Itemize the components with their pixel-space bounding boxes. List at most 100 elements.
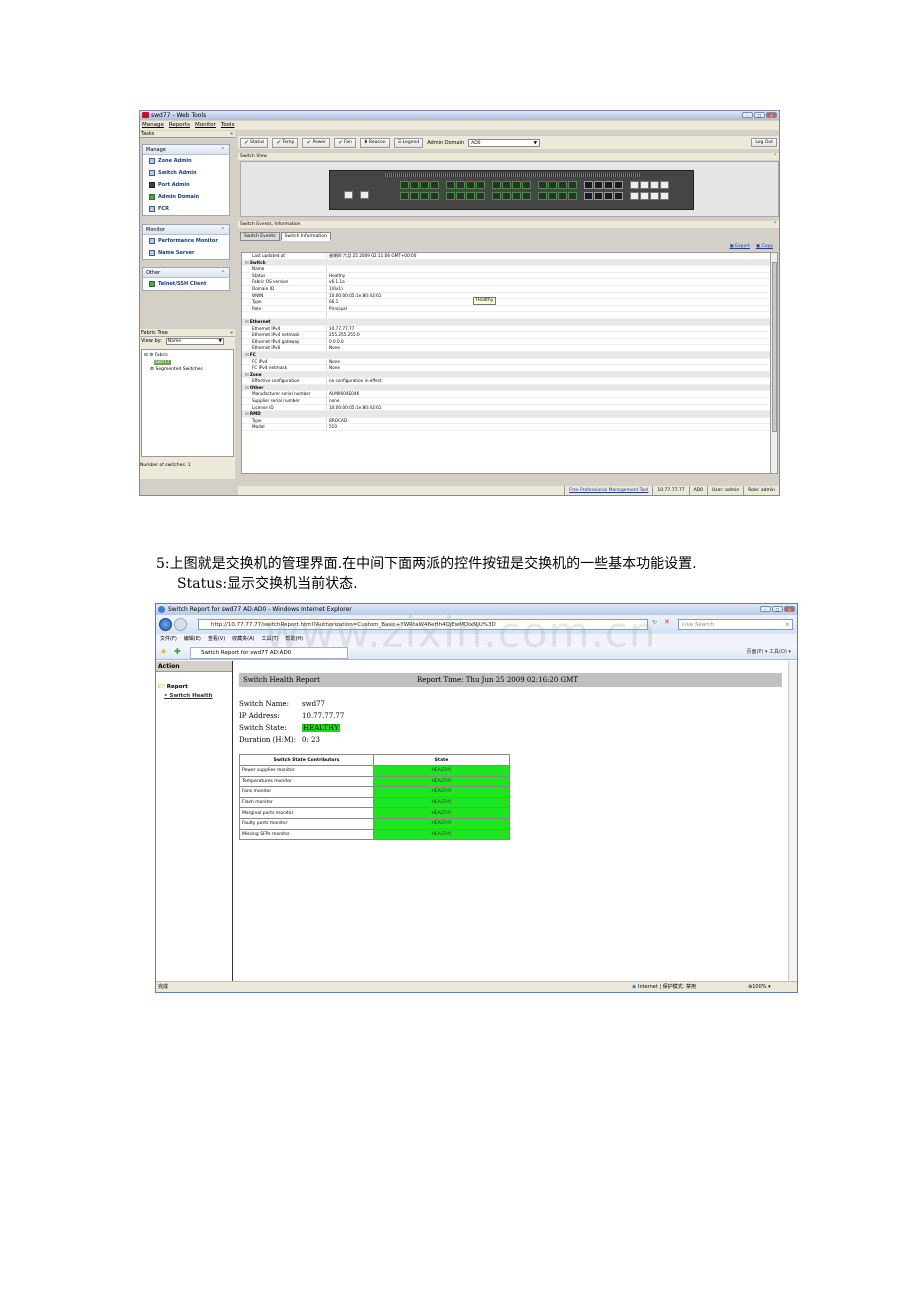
collapse-icon[interactable]: «	[230, 329, 233, 337]
group-row[interactable]: Switch	[242, 259, 770, 267]
menu-tools[interactable]: 工具(T)	[262, 634, 279, 645]
ie-tab[interactable]: Switch Report for swd77 AD:AD0	[190, 647, 348, 659]
group-row[interactable]: Ethernet	[242, 318, 770, 326]
switch-port[interactable]	[594, 181, 603, 189]
view-by-select[interactable]: Name ▼	[165, 338, 224, 345]
switch-port[interactable]	[614, 181, 623, 189]
switch-port[interactable]	[476, 192, 485, 200]
report-node[interactable]: 🗁 Report	[158, 683, 188, 692]
switch-port[interactable]	[630, 192, 639, 200]
switch-port[interactable]	[344, 191, 353, 199]
menu-favorites[interactable]: 收藏夹(A)	[232, 634, 254, 645]
collapse-icon[interactable]: «	[230, 131, 233, 138]
search-input[interactable]: Live Search ⌕	[678, 619, 793, 630]
switch-port[interactable]	[410, 181, 419, 189]
switch-port[interactable]	[558, 192, 567, 200]
switch-port[interactable]	[400, 192, 409, 200]
minimize-icon[interactable]: –	[742, 112, 753, 118]
switch-port[interactable]	[604, 192, 613, 200]
tree-node-fabric[interactable]: ⊟ ⚙ Fabric	[144, 352, 231, 359]
switch-port[interactable]	[430, 181, 439, 189]
group-row[interactable]: FC	[242, 351, 770, 359]
switch-port[interactable]	[466, 192, 475, 200]
minimize-icon[interactable]: –	[760, 606, 771, 612]
back-icon[interactable]	[159, 618, 172, 631]
collapse-icon[interactable]: ⌃	[221, 225, 225, 235]
tree-node-switch[interactable]: swd77	[144, 359, 231, 366]
maximize-icon[interactable]: □	[754, 112, 765, 118]
switch-port[interactable]	[548, 192, 557, 200]
switch-port[interactable]	[492, 181, 501, 189]
group-row[interactable]: Other	[242, 384, 770, 392]
menu-tools[interactable]: Tools	[221, 121, 235, 130]
switch-port[interactable]	[522, 181, 531, 189]
switch-port[interactable]	[538, 192, 547, 200]
beacon-button[interactable]: ♜ Beacon	[359, 137, 390, 148]
switch-port[interactable]	[466, 181, 475, 189]
switch-port[interactable]	[630, 181, 639, 189]
tab-switch-information[interactable]: Switch Information	[280, 232, 331, 241]
task-switch-admin[interactable]: Switch Admin	[143, 167, 229, 179]
power-button[interactable]: ✔ Power	[302, 137, 331, 148]
task-fcr[interactable]: FCR	[143, 203, 229, 215]
collapse-icon[interactable]: ⌃	[773, 221, 777, 228]
collapse-icon[interactable]: ⌃	[221, 268, 225, 278]
export-link[interactable]: ▣ Export	[729, 244, 749, 249]
add-favorite-icon[interactable]: ✚	[174, 647, 181, 656]
task-port-admin[interactable]: Port Admin	[143, 179, 229, 191]
switch-port[interactable]	[584, 181, 593, 189]
free-tool-link[interactable]: Free Professional Management Tool	[564, 486, 652, 495]
switch-port[interactable]	[502, 192, 511, 200]
forward-icon[interactable]	[174, 618, 187, 631]
menu-edit[interactable]: 编辑(E)	[184, 634, 201, 645]
switch-port[interactable]	[446, 192, 455, 200]
switch-port[interactable]	[640, 181, 649, 189]
switch-port[interactable]	[568, 192, 577, 200]
task-performance-monitor[interactable]: Performance Monitor	[143, 235, 229, 247]
switch-port[interactable]	[420, 181, 429, 189]
close-icon[interactable]: ×	[784, 606, 795, 612]
menu-reports[interactable]: Reports	[169, 121, 190, 130]
status-button[interactable]: ✔ Status	[240, 137, 269, 148]
switch-port[interactable]	[456, 181, 465, 189]
page-scrollbar[interactable]	[788, 661, 797, 981]
switch-port[interactable]	[538, 181, 547, 189]
favorites-star-icon[interactable]: ★	[160, 647, 167, 656]
grid-scrollbar[interactable]	[770, 252, 778, 474]
switch-port[interactable]	[400, 181, 409, 189]
tab-switch-events[interactable]: Switch Events	[240, 232, 280, 241]
switch-port[interactable]	[650, 192, 659, 200]
switch-port[interactable]	[420, 192, 429, 200]
url-input[interactable]: http://10.77.77.77/switchReport.html?Aut…	[198, 619, 648, 630]
fan-button[interactable]: ✔ Fan	[334, 137, 356, 148]
switch-port[interactable]	[650, 181, 659, 189]
switch-port[interactable]	[568, 181, 577, 189]
tree-node-segmented[interactable]: ⚙ Segmented Switches	[144, 366, 231, 373]
menu-help[interactable]: 帮助(H)	[285, 634, 303, 645]
menu-manage[interactable]: Manage	[142, 121, 164, 130]
switch-port[interactable]	[410, 192, 419, 200]
menu-file[interactable]: 文件(F)	[160, 634, 177, 645]
switch-port[interactable]	[584, 192, 593, 200]
switch-port[interactable]	[640, 192, 649, 200]
switch-port[interactable]	[512, 192, 521, 200]
switch-port[interactable]	[660, 192, 669, 200]
legend-button[interactable]: ☰ Legend	[393, 137, 424, 148]
admin-domain-select[interactable]: AD0 ▼	[468, 138, 541, 147]
switch-port[interactable]	[558, 181, 567, 189]
switch-port[interactable]	[548, 181, 557, 189]
close-icon[interactable]: ×	[766, 112, 777, 118]
scrollbar-thumb[interactable]	[772, 262, 777, 432]
refresh-icon[interactable]: ↻	[652, 619, 657, 626]
maximize-icon[interactable]: □	[772, 606, 783, 612]
search-icon[interactable]: ⌕	[786, 620, 789, 630]
stop-icon[interactable]: ✕	[664, 618, 670, 626]
switch-port[interactable]	[512, 181, 521, 189]
switch-port[interactable]	[604, 181, 613, 189]
switch-port[interactable]	[360, 191, 369, 199]
task-name-server[interactable]: Name Server	[143, 247, 229, 259]
group-row[interactable]: Zone	[242, 371, 770, 379]
collapse-icon[interactable]: ⌃	[221, 145, 225, 155]
ie-command-bar[interactable]: 页面(P) ▾ 工具(O) ▾	[746, 648, 791, 657]
switch-port[interactable]	[476, 181, 485, 189]
